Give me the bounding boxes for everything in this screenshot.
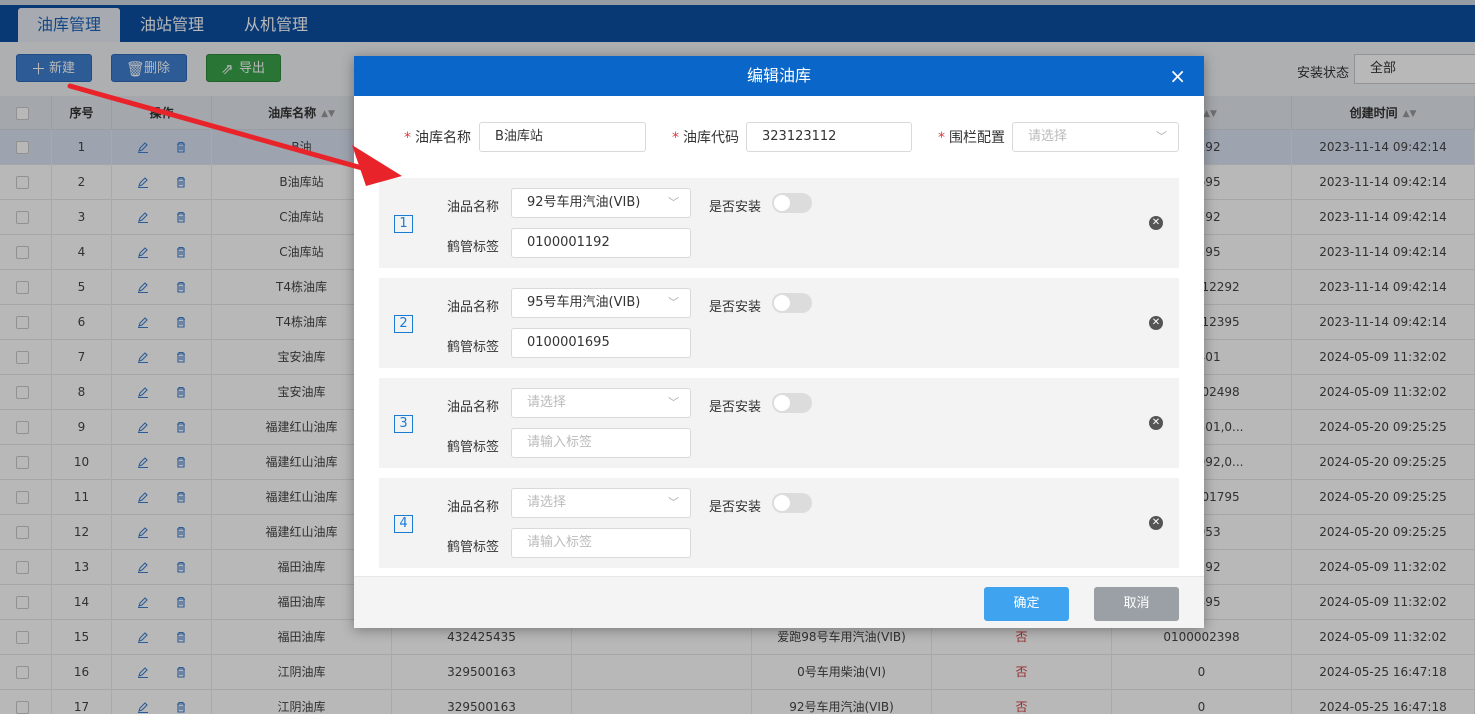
edit-depot-dialog: 编辑油库 × * 油库名称 B油库站 * 油库代码 323123112 * 围栏配置 … — [354, 56, 1204, 628]
oil-product-card: 3 油品名称 请选择 ﹀ 是否安装鹤管标签 请输入标签 ✕ — [379, 378, 1179, 468]
chevron-down-icon: ﹀ — [668, 396, 679, 409]
card-index: 1 — [394, 215, 413, 233]
oil-product-card: 4 油品名称 请选择 ﹀ 是否安装鹤管标签 请输入标签 ✕ — [379, 478, 1179, 568]
product-select[interactable]: 95号车用汽油(VIB) ﹀ — [511, 288, 691, 318]
product-label: 油品名称 — [447, 500, 500, 515]
installed-toggle[interactable] — [772, 193, 812, 213]
product-select[interactable]: 请选择 ﹀ — [511, 388, 691, 418]
dialog-title: 编辑油库 — [746, 66, 811, 85]
dialog-footer: 确定 取消 — [354, 576, 1204, 628]
remove-icon[interactable]: ✕ — [1149, 416, 1163, 430]
chevron-down-icon: ﹀ — [668, 196, 679, 209]
tag-label: 鹤管标签 — [447, 440, 500, 455]
depot-name-label: * 油库名称 — [404, 130, 471, 146]
card-index: 2 — [394, 315, 413, 333]
installed-label: 是否安装 — [709, 200, 762, 215]
remove-icon[interactable]: ✕ — [1149, 516, 1163, 530]
tag-label: 鹤管标签 — [447, 240, 500, 255]
chevron-down-icon: ﹀ — [668, 296, 679, 309]
card-index: 4 — [394, 515, 413, 533]
product-select[interactable]: 92号车用汽油(VIB) ﹀ — [511, 188, 691, 218]
installed-toggle[interactable] — [772, 393, 812, 413]
installed-label: 是否安装 — [709, 500, 762, 515]
product-label: 油品名称 — [447, 300, 500, 315]
oil-product-card: 1 油品名称 92号车用汽油(VIB) ﹀ 是否安装鹤管标签 0100001192 ✕ — [379, 178, 1179, 268]
oil-product-card: 2 油品名称 95号车用汽油(VIB) ﹀ 是否安装鹤管标签 0100001695 ✕ — [379, 278, 1179, 368]
toggle-knob — [774, 395, 790, 411]
fence-config-label: * 围栏配置 — [938, 130, 1005, 146]
installed-label: 是否安装 — [709, 400, 762, 415]
card-index: 3 — [394, 415, 413, 433]
installed-toggle[interactable] — [772, 493, 812, 513]
tag-input[interactable]: 0100001192 — [511, 228, 691, 258]
tag-input[interactable]: 请输入标签 — [511, 428, 691, 458]
toggle-knob — [774, 495, 790, 511]
depot-name-input[interactable]: B油库站 — [479, 122, 646, 152]
toggle-knob — [774, 195, 790, 211]
tag-input[interactable]: 0100001695 — [511, 328, 691, 358]
remove-icon[interactable]: ✕ — [1149, 316, 1163, 330]
cancel-button[interactable]: 取消 — [1094, 587, 1179, 621]
close-icon[interactable]: × — [1169, 56, 1186, 96]
chevron-down-icon: ﹀ — [668, 496, 679, 509]
product-select[interactable]: 请选择 ﹀ — [511, 488, 691, 518]
tag-label: 鹤管标签 — [447, 540, 500, 555]
toggle-knob — [774, 295, 790, 311]
tag-input[interactable]: 请输入标签 — [511, 528, 691, 558]
chevron-down-icon: ﹀ — [1156, 130, 1167, 143]
product-label: 油品名称 — [447, 400, 500, 415]
depot-code-label: * 油库代码 — [672, 130, 739, 146]
tag-label: 鹤管标签 — [447, 340, 500, 355]
product-label: 油品名称 — [447, 200, 500, 215]
fence-config-select[interactable]: 请选择 ﹀ — [1012, 122, 1179, 152]
installed-toggle[interactable] — [772, 293, 812, 313]
confirm-button[interactable]: 确定 — [984, 587, 1069, 621]
dialog-header: 编辑油库 × — [354, 56, 1204, 96]
installed-label: 是否安装 — [709, 300, 762, 315]
remove-icon[interactable]: ✕ — [1149, 216, 1163, 230]
depot-code-input[interactable]: 323123112 — [746, 122, 912, 152]
